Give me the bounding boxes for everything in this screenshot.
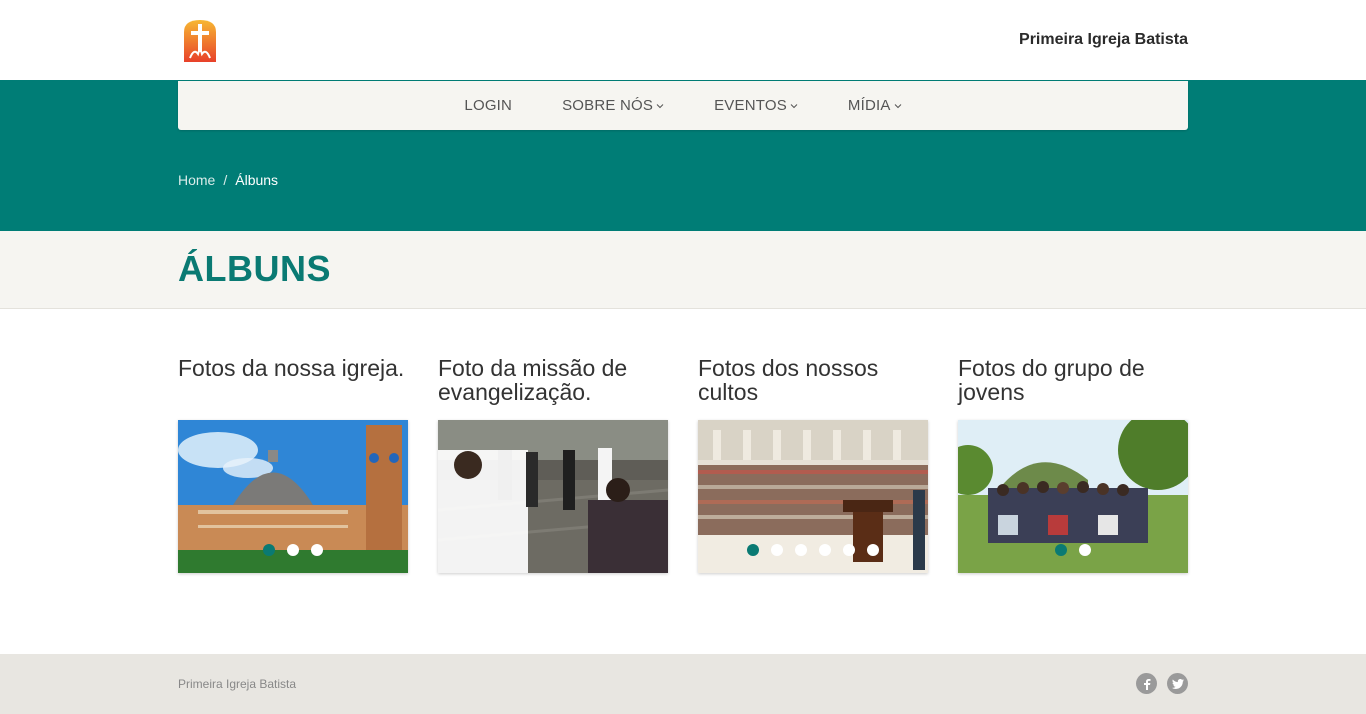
- carousel-dot[interactable]: [287, 544, 299, 556]
- album-title[interactable]: Fotos da nossa igreja.: [178, 356, 408, 420]
- carousel-dot[interactable]: [263, 544, 275, 556]
- twitter-icon[interactable]: [1167, 673, 1188, 694]
- church-cross-logo-icon[interactable]: [178, 18, 222, 62]
- album-carousel[interactable]: [438, 420, 668, 573]
- footer-text: Primeira Igreja Batista: [178, 677, 297, 691]
- nav-item-login[interactable]: LOGIN: [439, 97, 537, 114]
- album-card: Fotos dos nossos cultos: [698, 356, 928, 573]
- carousel-dot[interactable]: [819, 544, 831, 556]
- album-card: Foto da missão de evangelização.: [438, 356, 668, 573]
- album-title[interactable]: Fotos dos nossos cultos: [698, 356, 928, 420]
- carousel-dots: [958, 544, 1188, 556]
- chevron-down-icon: [894, 103, 901, 108]
- nav-label: LOGIN: [464, 97, 513, 114]
- chevron-down-icon: [656, 103, 664, 108]
- breadcrumb: Home / Álbuns: [178, 172, 278, 188]
- album-grid: Fotos da nossa igreja. Foto da missão de…: [178, 356, 1188, 573]
- carousel-dot[interactable]: [795, 544, 807, 556]
- album-title[interactable]: Fotos do grupo de jovens: [958, 356, 1188, 420]
- album-carousel[interactable]: [958, 420, 1188, 573]
- carousel-dots: [178, 544, 408, 556]
- album-photo-evangelization: [438, 420, 668, 573]
- social-links: [1136, 673, 1188, 694]
- album-title[interactable]: Foto da missão de evangelização.: [438, 356, 668, 420]
- nav-label: EVENTOS: [714, 97, 787, 114]
- main-nav: LOGIN SOBRE NÓS EVENTOS MÍDIA: [178, 81, 1188, 130]
- carousel-dot[interactable]: [1079, 544, 1091, 556]
- album-carousel[interactable]: [178, 420, 408, 573]
- facebook-icon[interactable]: [1136, 673, 1157, 694]
- page-title: ÁLBUNS: [178, 248, 331, 289]
- breadcrumb-separator: /: [223, 172, 228, 188]
- breadcrumb-home-link[interactable]: Home: [178, 172, 215, 188]
- album-card: Fotos da nossa igreja.: [178, 356, 408, 573]
- nav-item-midia[interactable]: MÍDIA: [823, 97, 927, 114]
- album-carousel[interactable]: [698, 420, 928, 573]
- nav-label: MÍDIA: [847, 97, 891, 114]
- carousel-dot[interactable]: [311, 544, 323, 556]
- carousel-dot[interactable]: [771, 544, 783, 556]
- chevron-down-icon: [790, 103, 798, 108]
- nav-item-sobre-nos[interactable]: SOBRE NÓS: [537, 97, 689, 114]
- breadcrumb-current: Álbuns: [235, 172, 279, 188]
- carousel-dot[interactable]: [1055, 544, 1067, 556]
- nav-item-eventos[interactable]: EVENTOS: [689, 97, 823, 114]
- carousel-dot[interactable]: [843, 544, 855, 556]
- carousel-dot[interactable]: [867, 544, 879, 556]
- top-header: Primeira Igreja Batista: [0, 0, 1366, 80]
- carousel-dots: [698, 544, 928, 556]
- album-card: Fotos do grupo de jovens: [958, 356, 1188, 573]
- site-title[interactable]: Primeira Igreja Batista: [1019, 31, 1188, 49]
- carousel-dot[interactable]: [747, 544, 759, 556]
- nav-label: SOBRE NÓS: [562, 97, 654, 114]
